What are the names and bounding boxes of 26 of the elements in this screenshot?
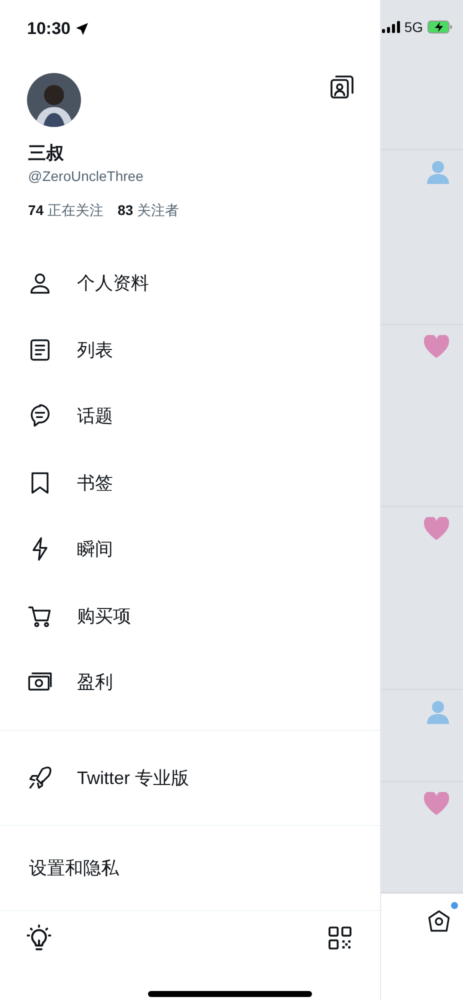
menu-item[interactable]: 个人资料 <box>77 271 149 296</box>
battery-charging-icon <box>427 20 453 34</box>
status-time: 10:30 <box>27 19 70 39</box>
menu-item[interactable]: 设置和隐私 <box>29 856 119 880</box>
followers-label[interactable]: 关注者 <box>137 202 180 218</box>
qr-code-icon[interactable] <box>326 924 354 952</box>
avatar[interactable] <box>27 73 81 127</box>
network-label: 5G <box>404 18 423 35</box>
menu-item[interactable]: 列表 <box>77 338 113 362</box>
signal-icon <box>382 20 400 33</box>
rocket-icon <box>27 764 53 790</box>
lightbulb-icon[interactable] <box>24 922 54 952</box>
menu-item[interactable]: 购买项 <box>77 604 131 628</box>
menu-item[interactable]: Twitter 专业版 <box>77 766 190 790</box>
menu-item[interactable]: 书签 <box>77 470 113 495</box>
menu-item[interactable]: 盈利 <box>77 670 113 694</box>
following-count: 74 <box>28 202 44 218</box>
location-arrow-icon <box>75 22 90 36</box>
menu-item[interactable]: 瞬间 <box>77 537 113 562</box>
menu-item[interactable]: 话题 <box>77 404 113 428</box>
accounts-icon[interactable] <box>328 73 356 101</box>
profile-handle: @ZeroUncleThree <box>28 168 144 184</box>
profile-name: 三叔 <box>28 142 65 165</box>
following-label[interactable]: 正在关注 <box>48 202 104 218</box>
home-icon[interactable] <box>426 908 452 934</box>
followers-count: 83 <box>118 202 134 218</box>
